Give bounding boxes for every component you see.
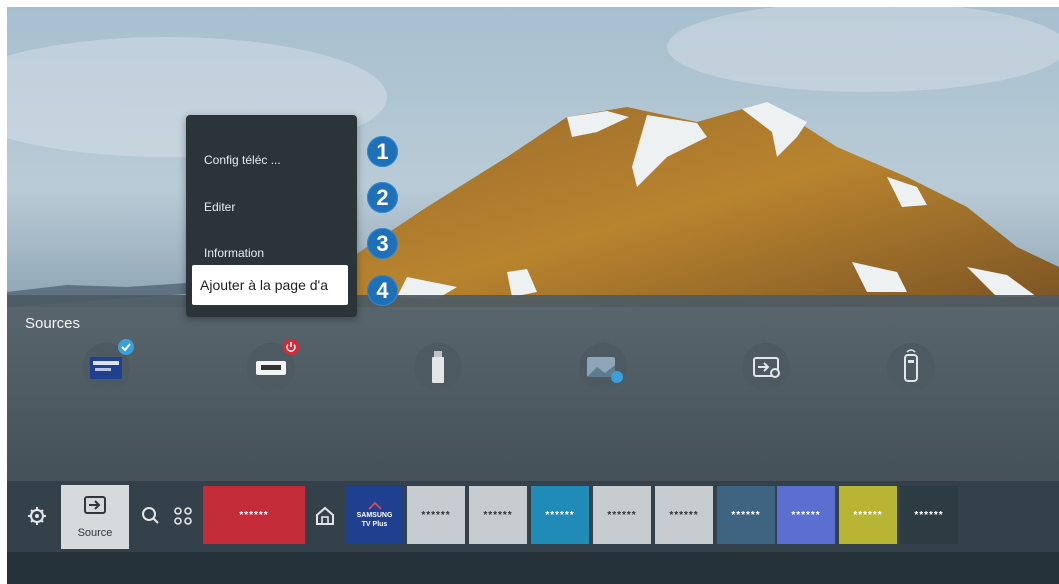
app-tile-5[interactable]: ****** [531,486,589,544]
callout-1: 1 [367,136,398,167]
app-tile-6[interactable]: ****** [593,486,651,544]
mountain-background [7,7,1059,307]
apps-button[interactable] [169,485,197,547]
source-usb[interactable] [414,343,462,391]
menu-item-add-to-home[interactable]: Ajouter à la page d'a [192,265,348,305]
power-badge [283,339,299,355]
source-connection-guide[interactable] [742,343,790,391]
menu-item-information[interactable]: Information [204,246,264,260]
search-button[interactable] [137,485,165,547]
home-icon [316,506,334,525]
source-remote[interactable] [887,343,935,391]
app-tile-samsung-tv-plus[interactable]: SAMSUNG TV Plus [345,486,404,544]
menu-item-remote-setup[interactable]: Config téléc ... [204,153,281,167]
callout-4: 4 [367,275,398,306]
apps-icon [174,507,192,525]
source-screen-share[interactable] [579,343,627,391]
source-button[interactable]: Source [61,485,129,549]
app-tile-10[interactable]: ****** [839,486,897,544]
source-samsung-tv-plus[interactable] [82,339,134,391]
callout-2: 2 [367,182,398,213]
usb-icon [432,351,444,383]
app-tile-8[interactable]: ****** [717,486,775,544]
app-tile-3[interactable]: ****** [407,486,465,544]
screen-share-icon [587,357,623,383]
sources-panel: Sources [7,295,1059,490]
tv-screen: Sources Source ****** SAMSUNG TV Plus **… [7,7,1059,584]
app-tile-11[interactable]: ****** [900,486,958,544]
tv-plus-logo-icon [367,501,382,510]
settings-button[interactable] [21,485,53,547]
home-button[interactable] [310,485,340,547]
source-label: Source [77,527,113,539]
callout-3: 3 [367,228,398,259]
menu-item-add-to-home-label: Ajouter à la page d'a [200,277,328,293]
bottom-strip [7,552,1059,584]
app-tile-9[interactable]: ****** [777,486,835,544]
menu-item-edit[interactable]: Editer [204,200,235,214]
gear-icon [28,507,46,525]
context-menu: Config téléc ... Editer Information Ajou… [186,115,357,317]
search-icon [142,507,159,524]
app-tile-1[interactable]: ****** [203,486,305,544]
bottom-bar: Source ****** SAMSUNG TV Plus ****** ***… [7,481,1059,552]
source-icon [84,496,106,514]
app-tile-4[interactable]: ****** [469,486,527,544]
source-hdmi[interactable] [247,339,299,391]
connection-guide-icon [753,357,780,378]
remote-icon [904,349,918,382]
check-badge [118,339,134,355]
tile-label: SAMSUNG TV Plus [356,512,393,528]
sources-title: Sources [25,315,81,332]
app-tile-7[interactable]: ****** [655,486,713,544]
